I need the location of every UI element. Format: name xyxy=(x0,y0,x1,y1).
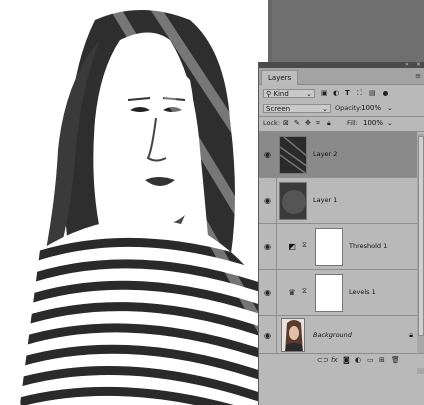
link-layers-icon[interactable]: ⊂⊃ xyxy=(317,356,329,364)
layers-panel: » × Layers ≡ ⚲ Kind ⌄ ▣ ◐ T ⛶ ▤ Screen ⌄… xyxy=(258,61,424,405)
threshold-adjustment-icon: ◩ xyxy=(288,242,296,251)
lock-position-icon[interactable]: ✥ xyxy=(305,119,311,128)
lock-transparent-icon[interactable]: ⊠ xyxy=(283,119,289,128)
layer-mask-thumbnail xyxy=(315,274,343,312)
layer-thumbnail xyxy=(279,182,307,220)
layer-name: Levels 1 xyxy=(349,288,376,296)
layer-row-threshold-1[interactable]: ◉ ◩ ⧖ Threshold 1 xyxy=(259,224,417,270)
new-adjustment-icon[interactable]: ◐ xyxy=(355,356,361,364)
trash-icon[interactable]: 🗑︎ xyxy=(391,356,400,364)
panel-tabbar: Layers ≡ xyxy=(259,68,424,85)
chevron-down-icon: ⌄ xyxy=(306,90,312,98)
fx-icon[interactable]: fx xyxy=(331,356,338,364)
blend-mode-select[interactable]: Screen ⌄ xyxy=(263,104,331,113)
layer-name: Layer 1 xyxy=(313,196,338,204)
lock-all-icon[interactable]: 🔒︎ xyxy=(327,119,331,128)
adjustment-filter-icon[interactable]: ◐ xyxy=(333,89,339,98)
panel-menu-icon[interactable]: ≡ xyxy=(415,72,421,80)
chevron-down-icon[interactable]: ⌄ xyxy=(387,104,393,113)
layer-row-layer-1[interactable]: ◉ Layer 1 xyxy=(259,178,417,224)
opacity-label: Opacity: xyxy=(335,104,362,112)
layer-row-background[interactable]: ◉ Background 🔒︎ xyxy=(259,316,417,356)
layers-scrollbar[interactable] xyxy=(417,134,424,374)
eye-icon[interactable]: ◉ xyxy=(264,331,273,340)
layers-footer: ⊂⊃ fx ◙ ◐ ▭ ⊞ 🗑︎ xyxy=(259,353,424,368)
fill-label: Fill: xyxy=(347,119,358,127)
layer-mask-thumbnail xyxy=(315,228,343,266)
smart-object-filter-icon[interactable]: ▤ xyxy=(369,89,376,98)
eye-icon[interactable]: ◉ xyxy=(264,196,273,205)
blend-row: Screen ⌄ Opacity: 100% ⌄ xyxy=(259,103,424,114)
link-chain-icon: ⧖ xyxy=(302,241,307,249)
close-icon[interactable]: × xyxy=(416,61,421,68)
add-mask-icon[interactable]: ◙ xyxy=(343,356,350,364)
layer-thumbnail xyxy=(281,318,305,352)
lock-icon[interactable]: 🔒︎ xyxy=(409,331,413,340)
divider xyxy=(259,116,424,117)
opacity-value: 100% xyxy=(361,104,382,112)
link-chain-icon: ⧖ xyxy=(302,287,307,295)
chevron-down-icon[interactable]: ⌄ xyxy=(387,119,393,128)
layer-row-layer-2[interactable]: ◉ Layer 2 xyxy=(259,132,417,178)
filter-toggle-icon[interactable] xyxy=(383,91,388,96)
new-group-icon[interactable]: ▭ xyxy=(367,356,374,364)
layer-thumbnail xyxy=(279,136,307,174)
lock-brush-icon[interactable]: ✎ xyxy=(294,119,300,128)
search-icon: ⚲ xyxy=(266,90,272,98)
tab-layers[interactable]: Layers xyxy=(261,70,299,85)
eye-icon[interactable]: ◉ xyxy=(264,288,273,297)
shape-filter-icon[interactable]: ⛶ xyxy=(357,89,362,98)
pixel-filter-icon[interactable]: ▣ xyxy=(321,89,328,98)
type-filter-icon[interactable]: T xyxy=(345,89,350,98)
fill-value: 100% xyxy=(363,119,384,127)
layer-name: Layer 2 xyxy=(313,150,338,158)
scrollbar-thumb[interactable] xyxy=(418,136,424,336)
filter-kind-select[interactable]: ⚲ Kind ⌄ xyxy=(263,89,315,98)
lock-artboard-icon[interactable]: ⌗ xyxy=(316,119,320,128)
opacity-input[interactable]: 100% xyxy=(359,104,387,113)
collapse-icon[interactable]: » xyxy=(405,61,409,68)
portrait-artwork xyxy=(20,0,268,405)
document-canvas[interactable] xyxy=(0,0,268,405)
eye-icon[interactable]: ◉ xyxy=(264,150,273,159)
new-layer-icon[interactable]: ⊞ xyxy=(379,356,385,364)
eye-icon[interactable]: ◉ xyxy=(264,242,273,251)
levels-adjustment-icon: ♛ xyxy=(288,288,296,297)
lock-row: Lock: ⊠ ✎ ✥ ⌗ 🔒︎ Fill: 100% ⌄ xyxy=(259,118,424,129)
filter-row: ⚲ Kind ⌄ ▣ ◐ T ⛶ ▤ xyxy=(259,88,424,99)
lock-label: Lock: xyxy=(263,119,281,127)
layer-name: Background xyxy=(313,331,352,339)
layer-name: Threshold 1 xyxy=(349,242,388,250)
layer-row-levels-1[interactable]: ◉ ♛ ⧖ Levels 1 xyxy=(259,270,417,316)
blend-mode-value: Screen xyxy=(266,105,291,113)
chevron-down-icon: ⌄ xyxy=(322,105,328,113)
fill-input[interactable]: 100% xyxy=(361,119,387,128)
filter-kind-label: Kind xyxy=(273,90,289,98)
